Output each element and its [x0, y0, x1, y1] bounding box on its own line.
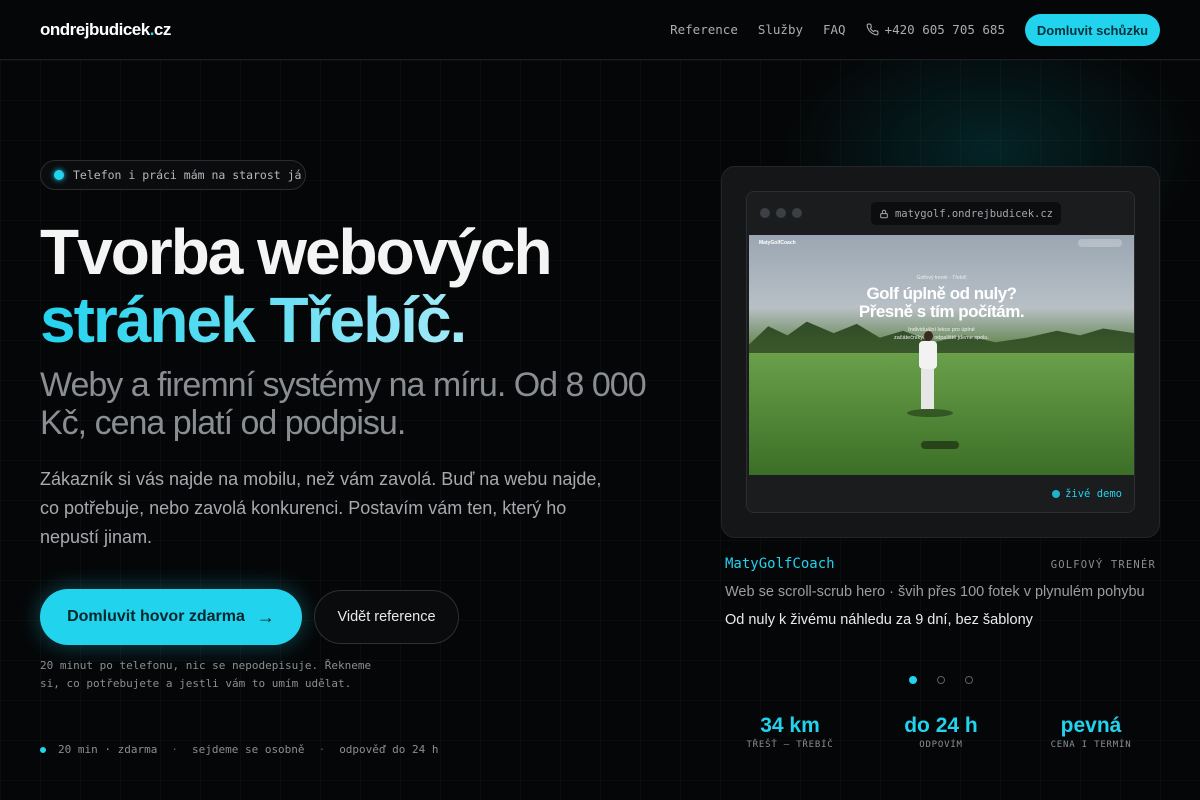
live-dot-icon [1052, 490, 1061, 498]
carousel-dot-1[interactable] [909, 676, 917, 684]
hero-badge-text: Telefon i práci mám na starost já [73, 168, 302, 182]
call-note: 20 minut po telefonu, nic se nepodepisuj… [40, 659, 372, 690]
window-dot-icon [776, 208, 786, 218]
phone-icon [866, 23, 879, 36]
window-dot-icon [760, 208, 770, 218]
carousel-dot-3[interactable] [965, 676, 973, 684]
window-dot-icon [792, 208, 802, 218]
preview-subtext-line2: začátečníky. Na odpaliště jdeme spolu. [894, 335, 989, 341]
nav-link-services[interactable]: Služby [758, 22, 803, 37]
golfer-shadow [907, 409, 953, 417]
preview-nav-button [1078, 239, 1122, 247]
lock-icon [880, 209, 888, 218]
stat-value: 34 km [760, 714, 820, 737]
stat-value: pevná [1060, 714, 1122, 737]
stat-response: do 24 h ODPOVÍM [866, 714, 1016, 750]
browser-toolbar: matygolf.ondrejbudicek.cz [747, 192, 1134, 235]
preview-brand: MatyGolfCoach [759, 240, 796, 246]
hero-title-line1: Tvorba webových [40, 216, 553, 288]
window-controls [760, 208, 802, 218]
browser-mockup[interactable]: matygolf.ondrejbudicek.cz MatyGolfCoach … [746, 191, 1135, 513]
preview-subtext: Individuální lekce pro úplné začátečníky… [749, 326, 1134, 342]
stat-distance: 34 km TŘEŠŤ — TŘEBÍČ [715, 714, 865, 750]
preview-headline-line2: Přesně s tím počítám. [858, 302, 1025, 321]
meta-separator: · [318, 743, 326, 756]
golfer-legs [921, 369, 934, 409]
hero-title: Tvorba webových stránek Třebíč. [40, 216, 553, 354]
phone-number: +420 605 705 685 [884, 22, 1005, 37]
hero-badge: Telefon i práci mám na starost já [40, 160, 306, 190]
preview-scroll-pill [921, 441, 959, 449]
address-bar: matygolf.ondrejbudicek.cz [871, 202, 1061, 225]
live-demo-label: živé demo [1065, 488, 1122, 500]
stat-label: TŘEŠŤ — TŘEBÍČ [746, 740, 834, 750]
top-header: ondrejbudicek.cz Reference Služby FAQ +4… [0, 0, 1200, 60]
meta-separator: · [171, 743, 178, 756]
hero-lead: Zákazník si vás najde na mobilu, než vám… [40, 469, 602, 547]
client-role: GOLFOVÝ TRENÉR [1050, 559, 1156, 571]
golfer-figure [907, 331, 953, 417]
stat-label: ODPOVÍM [919, 740, 963, 750]
browser-footer: živé demo [747, 475, 1134, 512]
stat-price: pevná CENA I TERMÍN [1016, 714, 1166, 750]
hero-title-line2: stránek Třebíč. [40, 286, 551, 354]
book-free-call-label: Domluvit hovor zdarma [67, 608, 245, 625]
schedule-meeting-button[interactable]: Domluvit schůzku [1025, 14, 1160, 46]
phone-link[interactable]: +420 605 705 685 [866, 22, 1005, 37]
meta-dot-icon [40, 746, 46, 753]
main-nav: Reference Služby FAQ +420 605 705 685 [670, 22, 1005, 37]
book-free-call-button[interactable]: Domluvit hovor zdarma → [40, 589, 302, 645]
hero-subtitle: Weby a firemní systémy na míru. Od 8 000… [40, 366, 647, 442]
arrow-right-icon: → [256, 606, 275, 627]
site-logo[interactable]: ondrejbudicek.cz [40, 20, 171, 40]
nav-link-reference[interactable]: Reference [670, 22, 738, 37]
project-description: Web se scroll-scrub hero · švih přes 100… [725, 584, 1145, 600]
carousel-dots [909, 676, 973, 684]
golfer-head [924, 331, 933, 341]
golfer-shirt [919, 341, 937, 369]
see-references-button[interactable]: Vidět reference [314, 590, 459, 644]
carousel-dot-2[interactable] [937, 676, 945, 684]
stat-value: do 24 h [904, 714, 978, 737]
meta-item: odpověď do 24 h [339, 743, 439, 756]
live-demo-link[interactable]: živé demo [1052, 488, 1122, 500]
meta-item: 20 min · zdarma [58, 743, 158, 756]
preview-kicker: Golfový trenér · Třebíč [916, 275, 967, 281]
project-highlight: Od nuly k živému náhledu za 9 dní, bez š… [725, 612, 1033, 628]
stat-label: CENA I TERMÍN [1050, 740, 1132, 750]
meta-item: sejdeme se osobně [191, 743, 305, 756]
website-preview-image: MatyGolfCoach Golfový trenér · Třebíč Go… [749, 235, 1134, 477]
status-dot-icon [54, 170, 64, 180]
url-text: matygolf.ondrejbudicek.cz [894, 207, 1054, 220]
nav-link-faq[interactable]: FAQ [823, 22, 846, 37]
preview-headline: Golf úplně od nuly? Přesně s tím počítám… [749, 285, 1134, 321]
preview-subtext-line1: Individuální lekce pro úplné [908, 327, 975, 333]
client-name[interactable]: MatyGolfCoach [725, 556, 835, 572]
hero-meta: 20 min · zdarma · sejdeme se osobně · od… [40, 743, 439, 756]
preview-headline-line1: Golf úplně od nuly? [866, 284, 1017, 303]
